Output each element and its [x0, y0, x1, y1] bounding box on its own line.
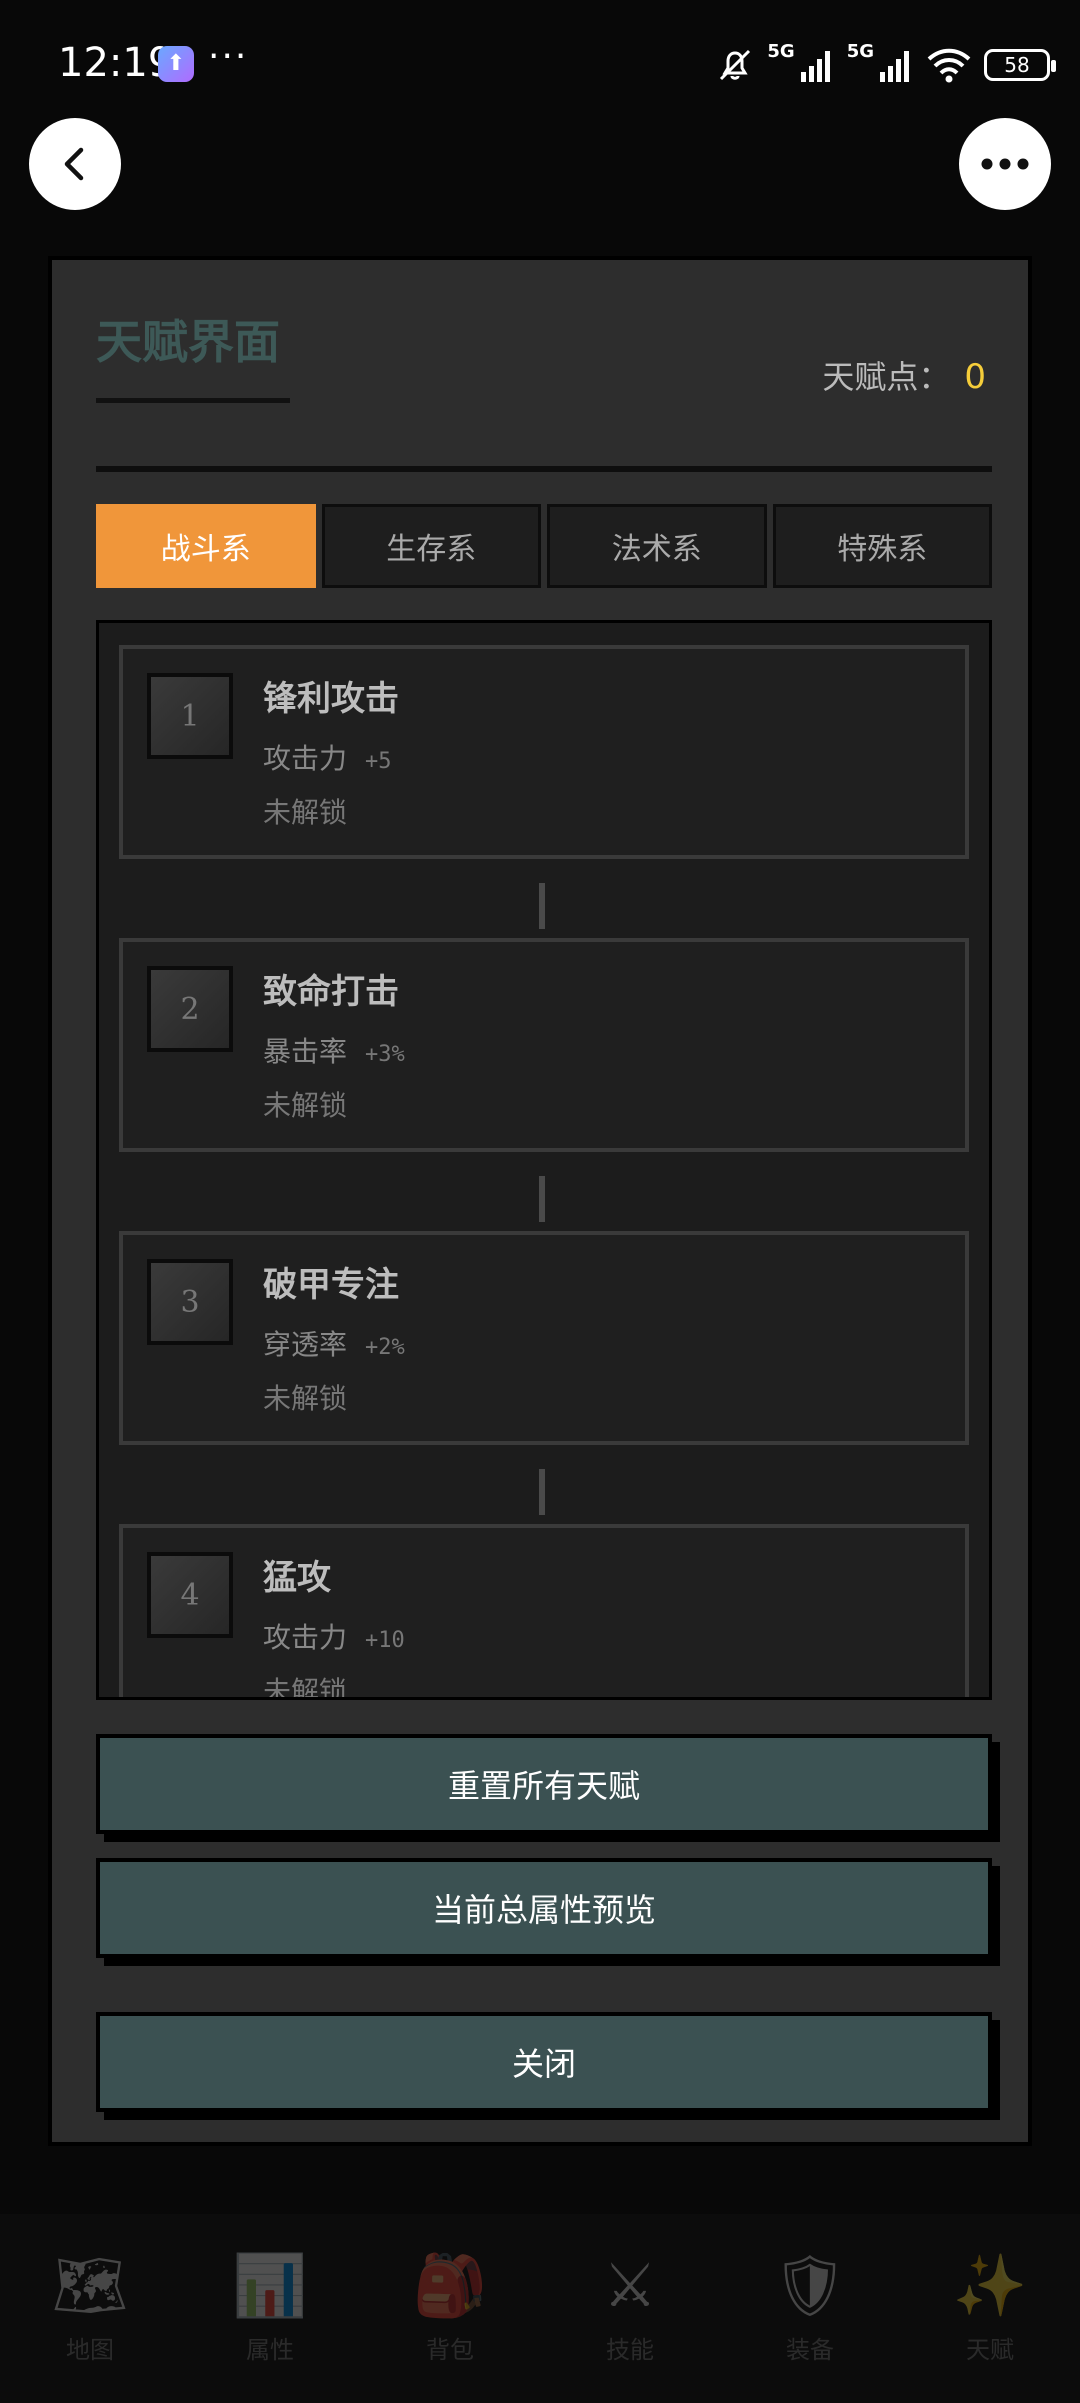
- more-dots-icon: [981, 158, 1029, 170]
- nav-label: 装备: [786, 2336, 834, 2364]
- talent-number: 1: [147, 673, 233, 759]
- talent-number: 4: [147, 1552, 233, 1638]
- nav-backpack[interactable]: 🎒 背包: [360, 2214, 540, 2403]
- talent-tabs: 战斗系 生存系 法术系 特殊系: [96, 504, 992, 588]
- talent-points-value: 0: [964, 357, 986, 397]
- swords-icon: ⚔: [603, 2251, 657, 2321]
- backpack-icon: 🎒: [412, 2251, 488, 2321]
- talent-stat-label: 攻击力: [263, 1621, 348, 1654]
- nav-skills[interactable]: ⚔ 技能: [540, 2214, 720, 2403]
- talent-status: 未解锁: [263, 796, 348, 829]
- bottom-nav: 🗺 地图 📊 属性 🎒 背包 ⚔ 技能 🛡 装备 ✨ 天赋: [0, 2214, 1080, 2403]
- talent-bonus: +10: [365, 1628, 405, 1653]
- nav-label: 地图: [66, 2336, 114, 2364]
- nav-label: 天赋: [966, 2336, 1014, 2364]
- tab-magic[interactable]: 法术系: [547, 504, 767, 588]
- nav-map[interactable]: 🗺 地图: [0, 2214, 180, 2403]
- reset-talents-button[interactable]: 重置所有天赋: [96, 1734, 992, 1834]
- talent-status: 未解锁: [263, 1675, 348, 1700]
- talent-bonus: +2%: [365, 1335, 405, 1360]
- shield-icon: 🛡: [771, 2251, 849, 2321]
- talent-stat: 暴击率 +3%: [263, 1030, 405, 1070]
- title-underline: [96, 398, 290, 403]
- mute-bell-icon: [720, 49, 751, 81]
- divider: [96, 466, 992, 472]
- talent-bonus: +3%: [365, 1042, 405, 1067]
- signal-bars-icon: [800, 51, 830, 82]
- talent-connector: [539, 1469, 545, 1515]
- talent-points-label: 天赋点：: [822, 358, 951, 396]
- map-icon: 🗺: [51, 2251, 129, 2321]
- status-icons: 5G 5G 58: [715, 40, 1056, 90]
- talent-stat: 攻击力 +5: [263, 737, 392, 777]
- more-notifications-indicator: ···: [208, 36, 249, 77]
- nav-label: 技能: [606, 2336, 654, 2364]
- talent-name: 猛攻: [263, 1558, 331, 1598]
- talent-connector: [539, 1176, 545, 1222]
- talent-number: 3: [147, 1259, 233, 1345]
- talent-name: 锋利攻击: [263, 679, 399, 719]
- talent-stat-label: 攻击力: [263, 742, 348, 775]
- chart-icon: 📊: [232, 2251, 308, 2321]
- tab-survival[interactable]: 生存系: [321, 504, 541, 588]
- talent-card[interactable]: 1 锋利攻击 攻击力 +5 未解锁: [119, 645, 969, 859]
- talent-stat-label: 穿透率: [263, 1328, 348, 1361]
- talent-stat: 穿透率 +2%: [263, 1323, 405, 1363]
- tab-special[interactable]: 特殊系: [772, 504, 992, 588]
- attribute-preview-button[interactable]: 当前总属性预览: [96, 1858, 992, 1958]
- talent-card[interactable]: 3 破甲专注 穿透率 +2% 未解锁: [119, 1231, 969, 1445]
- wifi-icon: [927, 48, 971, 83]
- battery-indicator: 58: [984, 49, 1056, 81]
- nav-equipment[interactable]: 🛡 装备: [720, 2214, 900, 2403]
- nav-attributes[interactable]: 📊 属性: [180, 2214, 360, 2403]
- talent-bonus: +5: [365, 749, 392, 774]
- talent-stat: 攻击力 +10: [263, 1616, 405, 1656]
- back-button[interactable]: [29, 118, 121, 210]
- talent-card[interactable]: 4 猛攻 攻击力 +10 未解锁: [119, 1524, 969, 1700]
- more-options-button[interactable]: [959, 118, 1051, 210]
- talent-name: 破甲专注: [263, 1265, 399, 1305]
- talent-list[interactable]: 1 锋利攻击 攻击力 +5 未解锁 2 致命打击 暴击率 +3% 未解锁 3 破…: [96, 620, 992, 1700]
- nav-talents[interactable]: ✨ 天赋: [900, 2214, 1080, 2403]
- talent-name: 致命打击: [263, 972, 399, 1012]
- status-time: 12:19: [58, 40, 174, 86]
- talent-card[interactable]: 2 致命打击 暴击率 +3% 未解锁: [119, 938, 969, 1152]
- chevron-left-icon: [64, 147, 84, 181]
- signal-label-2: 5G: [846, 40, 874, 62]
- talent-stat-label: 暴击率: [263, 1035, 348, 1068]
- status-bar: 12:19 ⬆ ··· 5G 5G 58: [0, 0, 1080, 130]
- page-title: 天赋界面: [96, 315, 280, 369]
- talent-points: 天赋点： 0: [822, 352, 986, 398]
- nav-label: 属性: [246, 2336, 294, 2364]
- talent-panel: 天赋界面 天赋点： 0 战斗系 生存系 法术系 特殊系 1 锋利攻击 攻击力 +…: [48, 256, 1032, 2146]
- close-button[interactable]: 关闭: [96, 2012, 992, 2112]
- talent-connector: [539, 883, 545, 929]
- signal-label-1: 5G: [767, 40, 795, 62]
- signal-bars-icon: [880, 51, 909, 82]
- app-notification-icon: ⬆: [158, 46, 194, 82]
- sparkles-icon: ✨: [952, 2251, 1028, 2321]
- nav-label: 背包: [426, 2336, 474, 2364]
- talent-status: 未解锁: [263, 1089, 348, 1122]
- talent-number: 2: [147, 966, 233, 1052]
- talent-status: 未解锁: [263, 1382, 348, 1415]
- tab-combat[interactable]: 战斗系: [96, 504, 316, 588]
